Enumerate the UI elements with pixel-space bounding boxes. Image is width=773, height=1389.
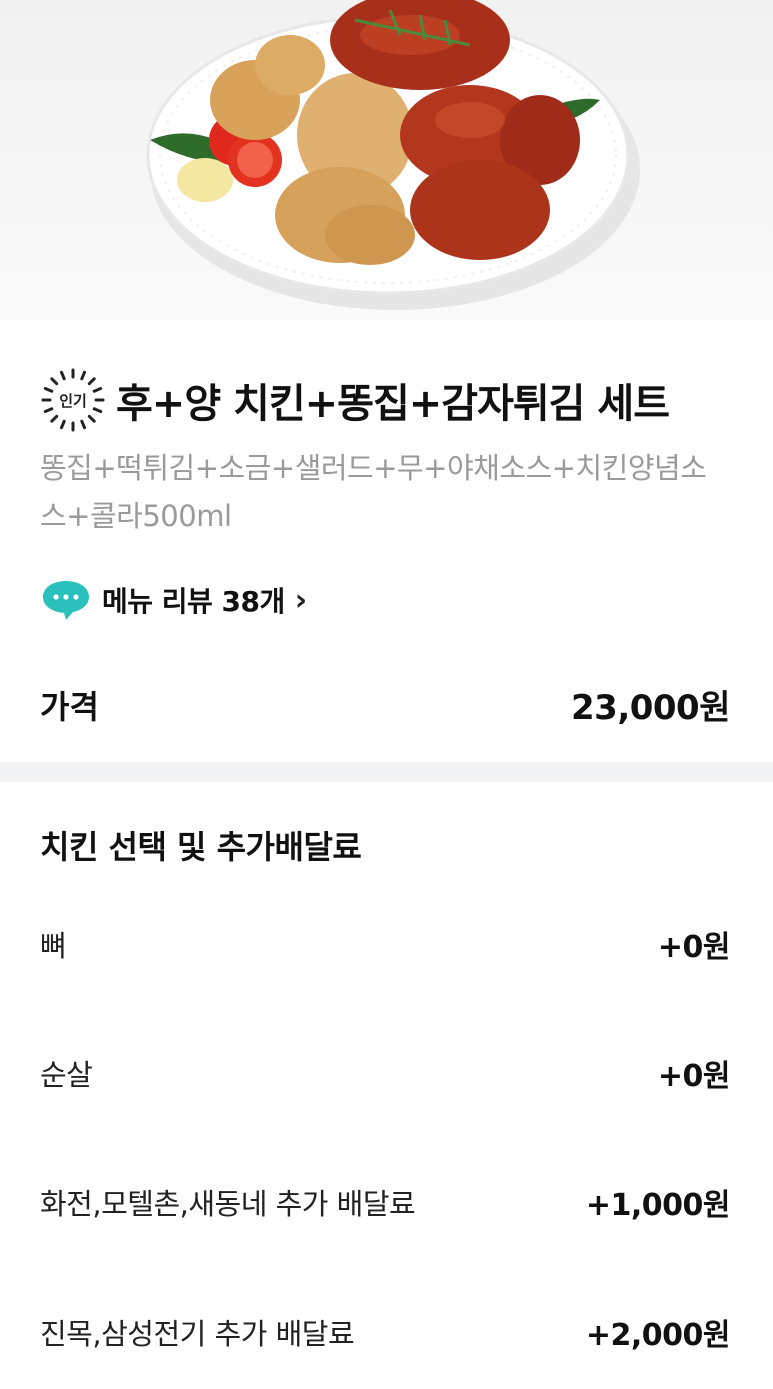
popular-badge-label: 인기 [59,391,87,410]
option-item[interactable]: 뼈 +0원 [40,914,731,974]
option-item[interactable]: 화전,모텔촌,새동네 추가 배달료 +1,000원 [40,1172,731,1232]
price-label: 가격 [40,687,99,726]
menu-review-link[interactable]: 메뉴 리뷰 38개 › [40,578,307,622]
option-item[interactable]: 진목,삼성전기 추가 배달료 +2,000원 [40,1302,731,1362]
option-price: +2,000원 [585,1318,731,1353]
menu-description: 똥집+떡튀김+소금+샐러드+무+야채소스+치킨양념소스+콜라500ml [40,451,707,533]
option-item[interactable]: 순살 +0원 [40,1043,731,1103]
option-price: +0원 [657,930,731,965]
option-price: +0원 [657,1059,731,1094]
option-price: +1,000원 [585,1188,731,1223]
menu-info-section: 인기 후+양 치킨+똥집+감자튀김 세트 똥집+떡튀김+소금+샐러드+무+야채소… [0,320,773,762]
option-name: 순살 [40,1058,93,1092]
option-name: 화전,모텔촌,새동네 추가 배달료 [40,1187,416,1221]
popular-badge-icon: 인기 [40,367,106,433]
menu-title-row: 인기 후+양 치킨+똥집+감자튀김 세트 [40,367,670,433]
speech-bubble-icon [43,581,89,620]
price-value: 23,000원 [571,688,730,728]
section-divider [0,762,773,782]
price-row: 가격 23,000원 [40,680,730,729]
menu-review-label: 메뉴 리뷰 38개 [102,585,285,618]
chevron-right-icon: › [294,582,308,618]
menu-title: 후+양 치킨+똥집+감자튀김 세트 [116,381,670,427]
menu-hero-image [0,0,773,320]
option-group-title: 치킨 선택 및 추가배달료 [40,828,362,866]
option-name: 뼈 [40,929,67,963]
option-group: 치킨 선택 및 추가배달료 뼈 +0원 순살 +0원 화전,모텔촌,새동네 추가… [0,782,773,1389]
option-name: 진목,삼성전기 추가 배달료 [40,1317,355,1351]
fried-chicken-plate-image [146,0,640,310]
